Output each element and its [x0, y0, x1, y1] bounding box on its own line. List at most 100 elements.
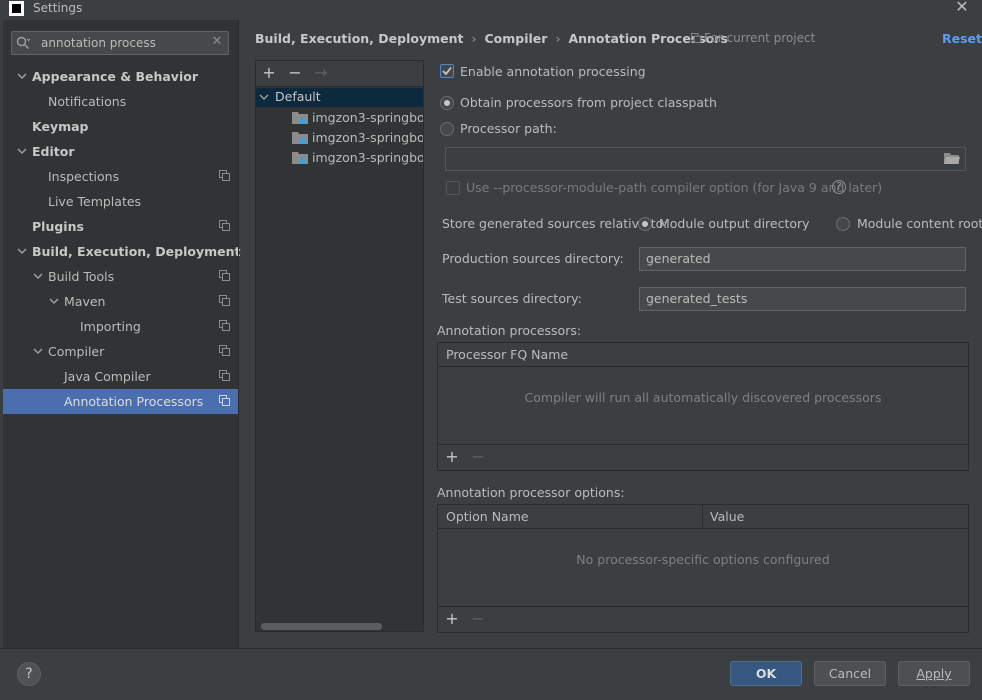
tree-item-importing[interactable]: Importing — [3, 314, 238, 339]
project-scope-icon — [219, 295, 230, 306]
ok-button[interactable]: OK — [730, 661, 802, 686]
empty-table-text: Compiler will run all automatically disc… — [524, 390, 882, 405]
chevron-down-icon — [17, 248, 27, 254]
module-output-radio[interactable] — [638, 217, 652, 231]
module-item-label: imgzon3-springboot — [312, 130, 423, 145]
tree-item-label: Java Compiler — [64, 369, 151, 384]
value-header[interactable]: Value — [710, 505, 744, 529]
move-module-button[interactable]: → — [313, 65, 329, 81]
processor-fq-name-header[interactable]: Processor FQ Name — [438, 343, 968, 367]
search-input[interactable] — [41, 35, 206, 51]
tree-item-editor[interactable]: Editor — [3, 139, 238, 164]
project-scope-icon — [219, 395, 230, 406]
test-dir-label: Test sources directory: — [442, 291, 582, 306]
empty-table-text: No processor-specific options configured — [576, 552, 830, 567]
option-name-header[interactable]: Option Name — [446, 505, 529, 529]
tree-item-maven[interactable]: Maven — [3, 289, 238, 314]
breadcrumb: Build, Execution, Deployment › Compiler › An… — [255, 31, 728, 47]
cancel-button[interactable]: Cancel — [814, 661, 886, 686]
module-folder-icon — [292, 112, 308, 124]
table-body: Compiler will run all automatically disc… — [438, 368, 968, 444]
project-scope-icon — [219, 220, 230, 231]
breadcrumb-build[interactable]: Build, Execution, Deployment — [255, 31, 463, 46]
remove-option-button[interactable]: − — [470, 611, 486, 627]
reset-link[interactable]: Reset — [942, 31, 982, 46]
apply-button[interactable]: Apply — [898, 661, 970, 686]
tree-item-label: Annotation Processors — [64, 394, 204, 409]
clear-search-icon[interactable]: ✕ — [210, 34, 224, 50]
tree-item-inspections[interactable]: Inspections — [3, 164, 238, 189]
production-dir-field[interactable]: generated — [639, 247, 966, 271]
tree-item-label: Importing — [80, 319, 141, 334]
chevron-down-icon — [33, 273, 43, 279]
horizontal-scrollbar[interactable] — [261, 623, 382, 630]
test-dir-field[interactable]: generated_tests — [639, 287, 966, 311]
obtain-classpath-label[interactable]: Obtain processors from project classpath — [460, 95, 717, 110]
tree-item-label: Notifications — [48, 94, 127, 109]
project-scope-icon — [219, 170, 230, 181]
chevron-down-icon — [259, 94, 269, 100]
tree-item-notifications[interactable]: Notifications — [3, 89, 238, 114]
module-content-label[interactable]: Module content root — [857, 216, 982, 231]
tree-item-appearance[interactable]: Appearance & Behavior — [3, 64, 238, 89]
chevron-down-icon — [17, 148, 27, 154]
module-item[interactable]: imgzon3-springboot — [292, 128, 423, 148]
module-folder-icon — [292, 132, 308, 144]
processor-options-title: Annotation processor options: — [437, 485, 625, 500]
processor-path-label[interactable]: Processor path: — [460, 121, 557, 136]
breadcrumb-compiler[interactable]: Compiler — [484, 31, 547, 46]
search-icon — [16, 36, 30, 49]
chevron-down-icon — [33, 348, 43, 354]
tree-item-label: Build, Execution, Deployment — [32, 244, 241, 259]
remove-profile-button[interactable]: − — [287, 65, 303, 81]
table-header: Option Name Value — [438, 505, 968, 529]
tree-item-label: Maven — [64, 294, 106, 309]
scope-label: For current project — [691, 31, 815, 45]
help-question-icon[interactable]: ? — [832, 180, 846, 194]
remove-processor-button[interactable]: − — [470, 449, 486, 465]
module-toolbar: + − → — [256, 61, 423, 87]
breadcrumb-separator: › — [471, 31, 477, 46]
enable-annotation-label[interactable]: Enable annotation processing — [460, 64, 646, 79]
column-divider[interactable] — [702, 505, 703, 529]
sidebar-divider[interactable] — [238, 20, 239, 648]
project-scope-icon — [219, 320, 230, 331]
profile-default-label: Default — [275, 89, 321, 104]
close-icon[interactable]: ✕ — [953, 0, 971, 16]
module-item-label: imgzon3-springboot — [312, 150, 423, 165]
project-scope-icon — [219, 345, 230, 356]
tree-item-annotation-processors[interactable]: Annotation Processors — [3, 389, 238, 414]
processor-path-radio[interactable] — [440, 122, 454, 136]
obtain-classpath-radio[interactable] — [440, 96, 454, 110]
browse-folder-icon[interactable] — [944, 152, 960, 165]
tree-item-compiler[interactable]: Compiler — [3, 339, 238, 364]
add-option-button[interactable]: + — [444, 611, 460, 627]
module-path-label[interactable]: Use --processor-module-path compiler opt… — [466, 180, 882, 195]
tree-item-live-templates[interactable]: Live Templates — [3, 189, 238, 214]
tree-item-plugins[interactable]: Plugins — [3, 214, 238, 239]
tree-item-label: Keymap — [32, 119, 89, 134]
tree-item-java-compiler[interactable]: Java Compiler — [3, 364, 238, 389]
add-processor-button[interactable]: + — [444, 449, 460, 465]
project-scope-icon — [691, 33, 701, 43]
profile-default-row[interactable]: Default — [256, 88, 423, 107]
tree-item-keymap[interactable]: Keymap — [3, 114, 238, 139]
tree-item-build-tools[interactable]: Build Tools — [3, 264, 238, 289]
module-item[interactable]: imgzon3-springboot — [292, 108, 423, 128]
scope-text: For current project — [704, 31, 816, 45]
help-button[interactable]: ? — [17, 662, 41, 686]
intellij-logo-icon — [9, 1, 24, 16]
table-body: No processor-specific options configured — [438, 530, 968, 606]
module-folder-icon — [292, 152, 308, 164]
enable-annotation-checkbox[interactable] — [440, 64, 454, 78]
module-path-checkbox[interactable] — [446, 181, 460, 195]
tree-item-build[interactable]: Build, Execution, Deployment — [3, 239, 241, 264]
module-content-radio[interactable] — [836, 217, 850, 231]
search-box[interactable]: ✕ — [11, 31, 229, 55]
module-item[interactable]: imgzon3-springboot — [292, 148, 423, 168]
checkmark-icon — [442, 66, 452, 76]
add-profile-button[interactable]: + — [261, 65, 277, 81]
tree-item-label: Compiler — [48, 344, 105, 359]
processor-path-field[interactable] — [445, 147, 966, 171]
module-output-label[interactable]: Module output directory — [659, 216, 810, 231]
